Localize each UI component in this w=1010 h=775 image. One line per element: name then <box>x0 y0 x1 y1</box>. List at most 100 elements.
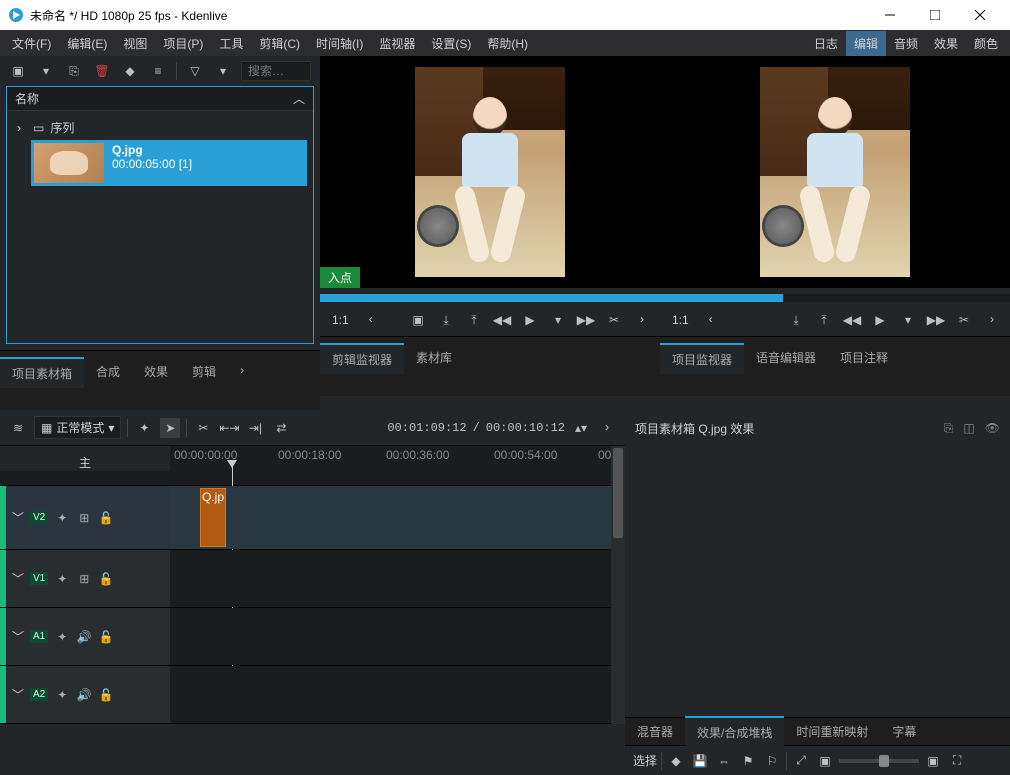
menu-view[interactable]: 视图 <box>115 31 155 56</box>
timeline-ruler[interactable]: 主 00:00:00:00 00:00:18:00 00:00:36:00 00… <box>0 446 611 486</box>
bin-clip-item[interactable]: Q.jpg 00:00:05:00 [1] <box>31 140 307 186</box>
menu-help[interactable]: 帮助(H) <box>479 31 536 56</box>
layout-edit[interactable]: 编辑 <box>846 31 886 56</box>
lock-icon[interactable]: 🔓 <box>98 511 114 525</box>
split-icon[interactable]: ◫ <box>963 421 974 436</box>
chevron-right-icon[interactable]: › <box>17 121 27 135</box>
tab-time-remap[interactable]: 时间重新映射 <box>784 717 880 746</box>
track-header-a1[interactable]: ﹀ A1 ✦ 🔊 🔓 <box>0 608 170 665</box>
crop-icon[interactable]: ✂ <box>952 308 976 332</box>
clip-monitor[interactable]: 入点 <box>320 56 660 288</box>
play-button[interactable]: ▶ <box>518 308 542 332</box>
tab-compose[interactable]: 合成 <box>84 357 132 386</box>
effects-icon[interactable]: ✦ <box>54 630 70 644</box>
tab-project-bin[interactable]: 项目素材箱 <box>0 357 84 388</box>
timecode-duration[interactable]: 00:00:10:12 <box>486 421 565 435</box>
tab-voice-editor[interactable]: 语音编辑器 <box>744 343 828 372</box>
timeline-clip[interactable]: Q.jp <box>200 488 226 547</box>
crop-icon[interactable]: ✂ <box>602 308 626 332</box>
stepper-icon[interactable]: ▴▾ <box>571 418 591 438</box>
tab-mixer[interactable]: 混音器 <box>625 717 685 746</box>
rewind-button[interactable]: ◀◀ <box>490 308 514 332</box>
track-header-v2[interactable]: ﹀ V2 ✦ ⊞ 🔓 <box>0 486 170 549</box>
prev-button[interactable]: ‹ <box>699 308 723 332</box>
menu-settings[interactable]: 设置(S) <box>423 31 479 56</box>
zoom-level[interactable]: 1:1 <box>326 313 355 327</box>
project-monitor[interactable] <box>660 56 1010 288</box>
audio-icon[interactable]: 🔊 <box>76 688 92 702</box>
more-button[interactable]: › <box>597 418 617 438</box>
chevron-down-icon[interactable]: ▾ <box>896 308 920 332</box>
magic-button[interactable]: ✦ <box>134 418 154 438</box>
cut-tool[interactable]: ✂ <box>193 418 213 438</box>
copy-icon[interactable]: ⎘ <box>944 421 954 436</box>
lock-icon[interactable]: 🔓 <box>98 630 114 644</box>
clip-monitor-scrub[interactable] <box>320 294 660 302</box>
collapse-icon[interactable]: ︿ <box>293 90 305 107</box>
insert-tool[interactable]: ⇥| <box>245 418 265 438</box>
menu-edit[interactable]: 编辑(E) <box>59 31 115 56</box>
chevron-down-icon[interactable]: ▾ <box>213 61 233 81</box>
set-out-button[interactable]: ⤒ <box>462 308 486 332</box>
playhead-handle[interactable] <box>227 460 237 468</box>
menu-file[interactable]: 文件(F) <box>4 31 59 56</box>
zoom-level[interactable]: 1:1 <box>666 313 695 327</box>
play-button[interactable]: ▶ <box>868 308 892 332</box>
menu-timeline[interactable]: 时间轴(I) <box>308 31 371 56</box>
video-icon[interactable]: ⊞ <box>76 511 92 525</box>
chevron-down-icon[interactable]: ﹀ <box>12 686 24 703</box>
bin-header[interactable]: 名称 ︿ <box>7 87 313 111</box>
set-in-button[interactable]: ⤓ <box>784 308 808 332</box>
edit-mode-select[interactable]: ▦ 正常模式 ▾ <box>34 416 121 439</box>
bin-sequence-row[interactable]: › ▭ 序列 <box>13 115 307 140</box>
menu-monitor[interactable]: 监视器 <box>371 31 423 56</box>
set-in-button[interactable]: ⤓ <box>434 308 458 332</box>
filter-button[interactable]: ▽ <box>185 61 205 81</box>
menu-project[interactable]: 项目(P) <box>155 31 211 56</box>
close-button[interactable] <box>957 0 1002 30</box>
tab-clip-monitor[interactable]: 剪辑监视器 <box>320 343 404 374</box>
effects-icon[interactable]: ✦ <box>54 511 70 525</box>
audio-icon[interactable]: 🔊 <box>76 630 92 644</box>
forward-button[interactable]: ▶▶ <box>924 308 948 332</box>
minimize-button[interactable] <box>867 0 912 30</box>
zoom-slider[interactable] <box>839 759 919 763</box>
add-clip-button[interactable]: ▣ <box>8 61 28 81</box>
tab-subtitle[interactable]: 字幕 <box>880 717 928 746</box>
overwrite-tool[interactable]: ⇄ <box>271 418 291 438</box>
tab-effect-stack[interactable]: 效果/合成堆栈 <box>685 716 784 747</box>
tab-project-monitor[interactable]: 项目监视器 <box>660 343 744 374</box>
chevron-down-icon[interactable]: ▾ <box>36 61 56 81</box>
eye-icon[interactable]: 👁 <box>985 421 1000 436</box>
spacer-tool[interactable]: ⇤⇥ <box>219 418 239 438</box>
lock-icon[interactable]: 🔓 <box>98 572 114 586</box>
chevron-down-icon[interactable]: ﹀ <box>12 570 24 587</box>
layout-audio[interactable]: 音频 <box>886 31 926 56</box>
track-header-a2[interactable]: ﹀ A2 ✦ 🔊 🔓 <box>0 666 170 723</box>
timecode-position[interactable]: 00:01:09:12 <box>387 421 466 435</box>
project-monitor-scrub[interactable] <box>660 294 1010 302</box>
lock-icon[interactable]: 🔓 <box>98 688 114 702</box>
chevron-down-icon[interactable]: ﹀ <box>12 628 24 645</box>
tab-media-library[interactable]: 素材库 <box>404 343 464 372</box>
chevron-down-icon[interactable]: ▾ <box>546 308 570 332</box>
set-out-button[interactable]: ⤒ <box>812 308 836 332</box>
delete-clip-button[interactable]: 🗑 <box>92 61 112 81</box>
menu-clip[interactable]: 剪辑(C) <box>251 31 308 56</box>
effects-icon[interactable]: ✦ <box>54 572 70 586</box>
tag-button[interactable]: ◆ <box>120 61 140 81</box>
maximize-button[interactable] <box>912 0 957 30</box>
pointer-tool[interactable]: ➤ <box>160 418 180 438</box>
rewind-button[interactable]: ◀◀ <box>840 308 864 332</box>
effects-icon[interactable]: ✦ <box>54 688 70 702</box>
next-button[interactable]: › <box>630 308 654 332</box>
prev-button[interactable]: ‹ <box>359 308 383 332</box>
next-button[interactable]: › <box>980 308 1004 332</box>
timeline-scrollbar[interactable] <box>611 446 625 724</box>
search-input[interactable] <box>241 61 311 81</box>
layout-effect[interactable]: 效果 <box>926 31 966 56</box>
tab-more[interactable]: › <box>228 357 256 383</box>
chevron-down-icon[interactable]: ﹀ <box>12 509 24 526</box>
tab-project-notes[interactable]: 项目注释 <box>828 343 900 372</box>
new-folder-button[interactable]: ⎘ <box>64 61 84 81</box>
